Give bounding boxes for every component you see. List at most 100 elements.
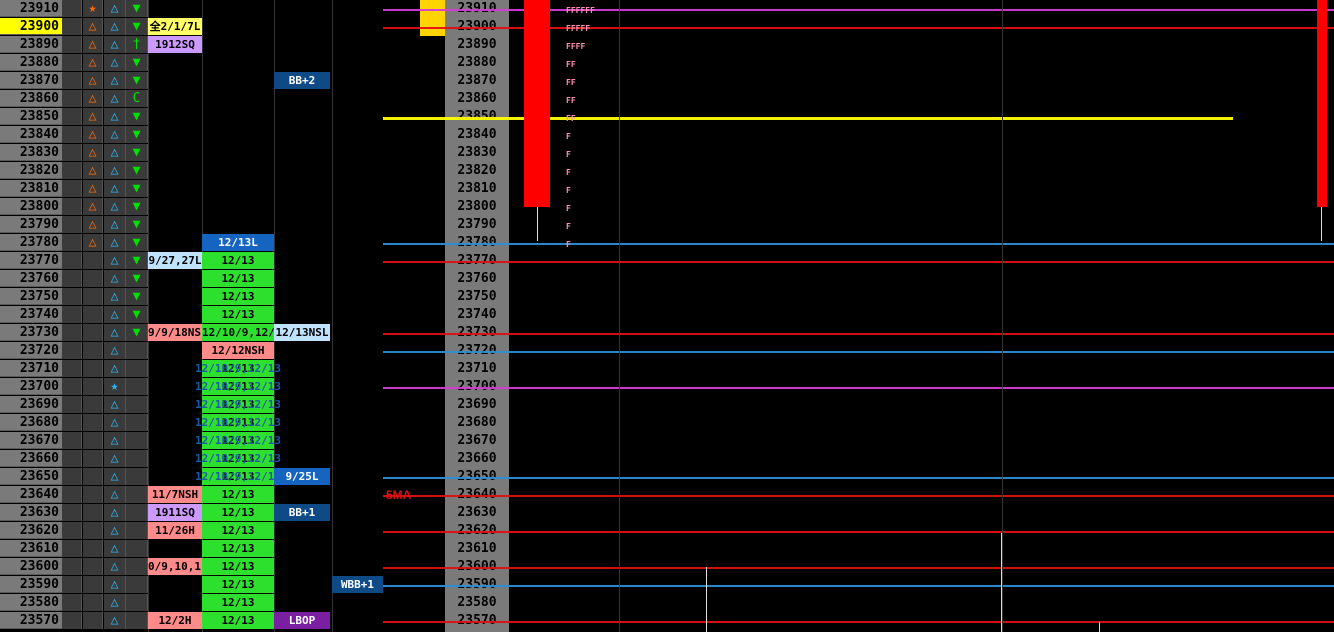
zone-label[interactable]: 1912SQ <box>148 36 202 53</box>
order-cell[interactable] <box>62 72 82 89</box>
zone-label[interactable]: 9/9/18NSL <box>148 324 202 341</box>
price-cell[interactable]: 23660 <box>0 450 62 467</box>
ladder-row[interactable]: 23830 △ △ ▼ <box>0 144 383 162</box>
price-cell[interactable]: 23770 <box>0 252 62 269</box>
order-cell[interactable] <box>62 450 82 467</box>
order-cell[interactable] <box>62 270 82 287</box>
order-cell[interactable] <box>62 144 82 161</box>
order-cell[interactable] <box>62 54 82 71</box>
ladder-row[interactable]: 23610 △ <box>0 540 383 558</box>
zone-label[interactable]: 12/2H <box>148 612 202 629</box>
ladder-row[interactable]: 23820 △ △ ▼ <box>0 162 383 180</box>
order-cell[interactable] <box>62 36 82 53</box>
price-cell[interactable]: 23760 <box>0 270 62 287</box>
zone-label[interactable]: 9/25L <box>274 468 330 485</box>
order-cell[interactable] <box>62 216 82 233</box>
order-cell[interactable] <box>62 396 82 413</box>
order-cell[interactable] <box>62 504 82 521</box>
order-cell[interactable] <box>62 612 82 629</box>
ladder-row[interactable]: 23790 △ △ ▼ <box>0 216 383 234</box>
zone-label[interactable]: 1911SQ <box>148 504 202 521</box>
ladder-row[interactable]: 23860 △ △ C <box>0 90 383 108</box>
price-cell[interactable]: 23860 <box>0 90 62 107</box>
zone-label[interactable]: BB+2 <box>274 72 330 89</box>
order-cell[interactable] <box>62 198 82 215</box>
price-cell[interactable]: 23790 <box>0 216 62 233</box>
order-cell[interactable] <box>62 414 82 431</box>
price-cell[interactable]: 23820 <box>0 162 62 179</box>
order-cell[interactable] <box>62 576 82 593</box>
price-cell[interactable]: 23720 <box>0 342 62 359</box>
order-cell[interactable] <box>62 252 82 269</box>
order-cell[interactable] <box>62 432 82 449</box>
price-cell[interactable]: 23680 <box>0 414 62 431</box>
price-cell[interactable]: 23900 <box>0 18 62 35</box>
price-cell[interactable]: 23850 <box>0 108 62 125</box>
ladder-row[interactable]: 23750 △ ▼ <box>0 288 383 306</box>
price-cell[interactable]: 23630 <box>0 504 62 521</box>
price-cell[interactable]: 23890 <box>0 36 62 53</box>
zone-label[interactable]: 12/13L <box>202 234 274 251</box>
price-cell[interactable]: 23870 <box>0 72 62 89</box>
price-cell[interactable]: 23610 <box>0 540 62 557</box>
order-cell[interactable] <box>62 162 82 179</box>
price-cell[interactable]: 23830 <box>0 144 62 161</box>
price-cell[interactable]: 23570 <box>0 612 62 629</box>
zone-label[interactable]: 11/7NSH <box>148 486 202 503</box>
ladder-row[interactable]: 23780 △ △ ▼ <box>0 234 383 252</box>
price-cell[interactable]: 23910 <box>0 0 62 17</box>
order-cell[interactable] <box>62 180 82 197</box>
ladder-row[interactable]: 23910 ★ △ ▼ <box>0 0 383 18</box>
price-cell[interactable]: 23840 <box>0 126 62 143</box>
ladder-row[interactable]: 23760 △ ▼ <box>0 270 383 288</box>
price-cell[interactable]: 23620 <box>0 522 62 539</box>
price-cell[interactable]: 23690 <box>0 396 62 413</box>
ladder-row[interactable]: 23850 △ △ ▼ <box>0 108 383 126</box>
zone-label[interactable]: 12/12NSH <box>202 342 274 359</box>
order-cell[interactable] <box>62 540 82 557</box>
ladder-row[interactable]: 23840 △ △ ▼ <box>0 126 383 144</box>
price-cell[interactable]: 23640 <box>0 486 62 503</box>
zone-label[interactable]: BB+1 <box>274 504 330 521</box>
order-cell[interactable] <box>62 558 82 575</box>
price-cell[interactable]: 23750 <box>0 288 62 305</box>
zone-label[interactable]: WBB+1 <box>332 576 383 593</box>
ladder-row[interactable]: 23580 △ <box>0 594 383 612</box>
price-cell[interactable]: 23600 <box>0 558 62 575</box>
price-cell[interactable]: 23880 <box>0 54 62 71</box>
zone-label[interactable]: 11/26H <box>148 522 202 539</box>
order-cell[interactable] <box>62 288 82 305</box>
price-cell[interactable]: 23740 <box>0 306 62 323</box>
price-cell[interactable]: 23700 <box>0 378 62 395</box>
ladder-row[interactable]: 23880 △ △ ▼ <box>0 54 383 72</box>
price-cell[interactable]: 23650 <box>0 468 62 485</box>
price-cell[interactable]: 23590 <box>0 576 62 593</box>
zone-label[interactable]: 0/9,10,11 <box>148 558 202 575</box>
order-cell[interactable] <box>62 306 82 323</box>
order-cell[interactable] <box>62 90 82 107</box>
ladder-row[interactable]: 23720 △ <box>0 342 383 360</box>
zone-label[interactable]: 9/27,27L <box>148 252 202 269</box>
price-cell[interactable]: 23670 <box>0 432 62 449</box>
order-cell[interactable] <box>62 378 82 395</box>
ladder-row[interactable]: 23800 △ △ ▼ <box>0 198 383 216</box>
ladder-row[interactable]: 23740 △ ▼ <box>0 306 383 324</box>
price-cell[interactable]: 23730 <box>0 324 62 341</box>
order-cell[interactable] <box>62 234 82 251</box>
order-cell[interactable] <box>62 522 82 539</box>
price-cell[interactable]: 23800 <box>0 198 62 215</box>
order-cell[interactable] <box>62 468 82 485</box>
order-cell[interactable] <box>62 0 82 17</box>
order-cell[interactable] <box>62 360 82 377</box>
price-cell[interactable]: 23780 <box>0 234 62 251</box>
price-cell[interactable]: 23810 <box>0 180 62 197</box>
order-cell[interactable] <box>62 486 82 503</box>
price-cell[interactable]: 23580 <box>0 594 62 611</box>
price-cell[interactable]: 23710 <box>0 360 62 377</box>
order-cell[interactable] <box>62 594 82 611</box>
zone-label[interactable]: 全2/1/7L <box>148 18 202 35</box>
order-cell[interactable] <box>62 126 82 143</box>
order-cell[interactable] <box>62 342 82 359</box>
ladder-row[interactable]: 23590 △ <box>0 576 383 594</box>
zone-label[interactable]: LBOP <box>274 612 330 629</box>
